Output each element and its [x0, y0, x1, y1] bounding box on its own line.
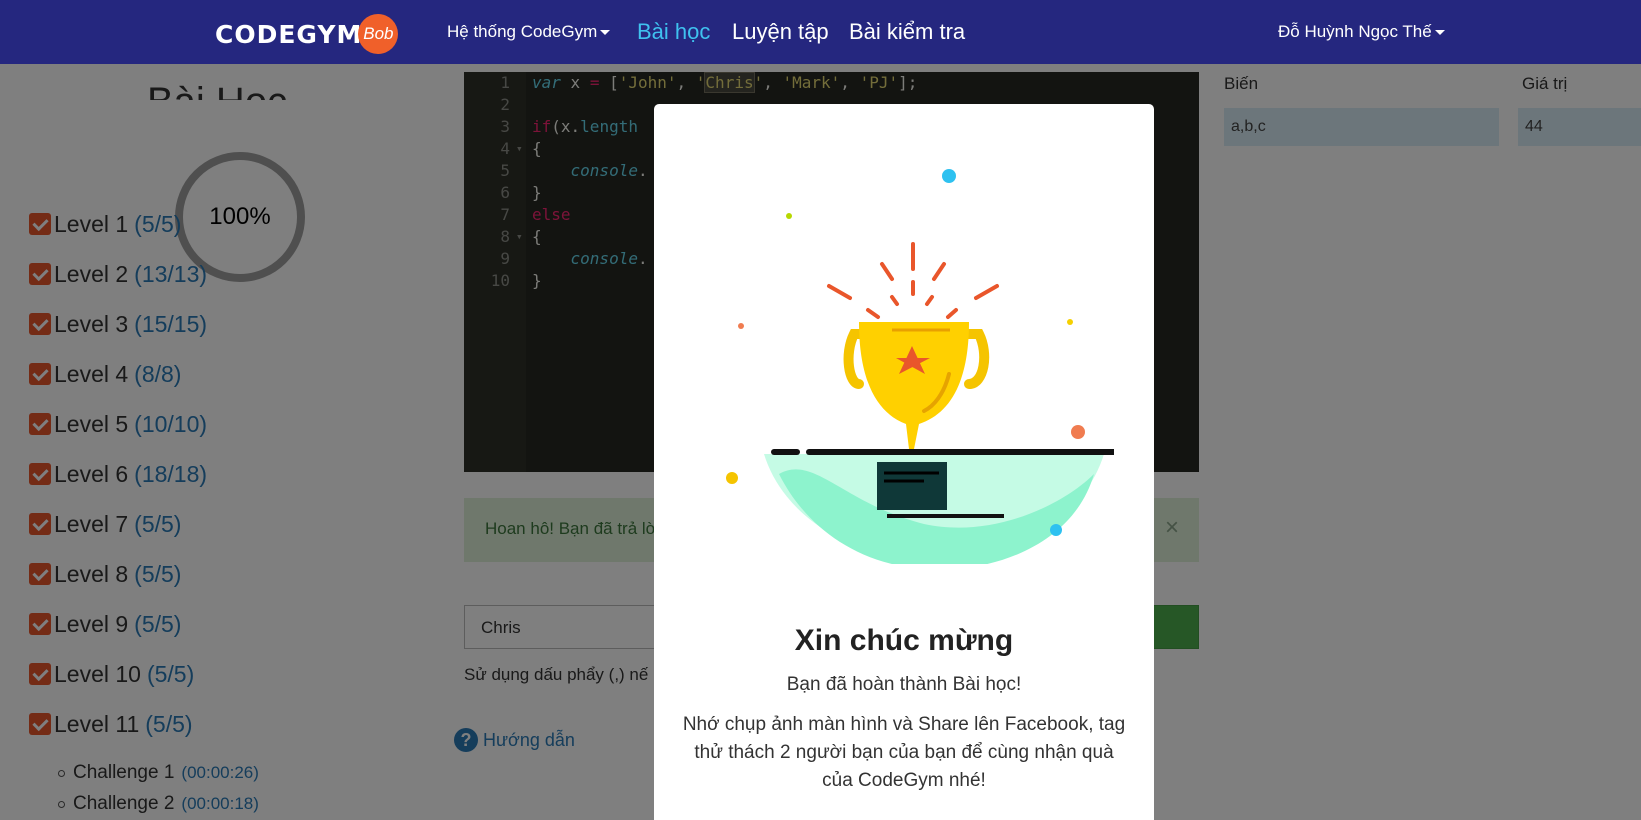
logo-text: CODEGYM — [215, 19, 363, 49]
codegym-logo[interactable]: CODEGYM Bob — [215, 14, 399, 54]
congrats-modal: Xin chúc mừng Bạn đã hoàn thành Bài học!… — [654, 104, 1154, 820]
nav-lessons[interactable]: Bài học — [637, 0, 710, 64]
user-name: Đỗ Huỳnh Ngọc Thế — [1278, 22, 1432, 41]
caret-down-icon — [1434, 30, 1445, 36]
top-navbar: CODEGYM Bob Hệ thống CodeGym Bài học Luy… — [0, 0, 1641, 64]
caret-down-icon — [600, 30, 611, 36]
nav-test[interactable]: Bài kiểm tra — [849, 0, 965, 64]
modal-subtitle: Bạn đã hoàn thành Bài học! — [786, 674, 1022, 695]
nav-system-menu[interactable]: Hệ thống CodeGym — [447, 0, 611, 64]
logo-badge: Bob — [358, 14, 399, 54]
user-menu[interactable]: Đỗ Huỳnh Ngọc Thế — [1278, 0, 1445, 64]
nav-system-label: Hệ thống CodeGym — [447, 22, 598, 41]
trophy-icon — [726, 169, 1114, 564]
modal-body: Nhớ chụp ảnh màn hình và Share lên Faceb… — [682, 714, 1126, 791]
modal-title: Xin chúc mừng — [794, 624, 1014, 657]
nav-practice[interactable]: Luyện tập — [732, 0, 829, 64]
